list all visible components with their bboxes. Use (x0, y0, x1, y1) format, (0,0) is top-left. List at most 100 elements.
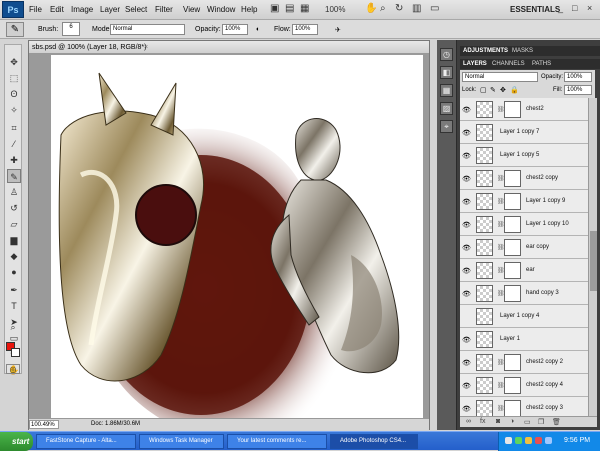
tab-channels[interactable]: CHANNELS (492, 61, 525, 67)
layer-thumbnail[interactable] (476, 193, 493, 210)
visibility-eye-icon[interactable]: 👁 (462, 175, 471, 183)
tray-volume-icon[interactable] (525, 437, 532, 444)
layer-thumbnail[interactable] (476, 331, 493, 348)
layer-row[interactable]: 👁 ⛓ chest2 copy (460, 167, 588, 190)
visibility-eye-icon[interactable]: 👁 (462, 336, 471, 344)
document-size-info[interactable]: Doc: 1.86M/30.6M (91, 421, 140, 427)
layer-row[interactable]: 👁 ⛓ chest2 copy 2 (460, 351, 588, 374)
menu-window[interactable]: Window (207, 5, 235, 14)
menu-filter[interactable]: Filter (155, 5, 173, 14)
maximize-button[interactable]: □ (572, 3, 577, 13)
layer-row[interactable]: 👁 ⛓ chest2 copy 3 (460, 397, 588, 416)
history-brush-icon[interactable]: ↺ (7, 201, 21, 215)
tab-paths[interactable]: PATHS (532, 61, 551, 67)
layer-thumbnail[interactable] (476, 101, 493, 118)
layer-row[interactable]: 👁 ⛓ hand copy 3 (460, 282, 588, 305)
menu-edit[interactable]: Edit (50, 5, 64, 14)
link-layers-icon[interactable]: ∞ (466, 418, 471, 425)
layer-row[interactable]: 👁 ⛓ chest2 copy 4 (460, 374, 588, 397)
tab-layers[interactable]: LAYERS (463, 61, 487, 67)
clone-stamp-icon[interactable]: ♙ (7, 185, 21, 199)
visibility-eye-icon[interactable]: 👁 (462, 359, 471, 367)
brush-size-picker[interactable]: 6 (62, 22, 80, 36)
task-faststone[interactable]: FastStone Capture - Alta... (36, 434, 136, 449)
view-extras-icon[interactable]: ▦ (300, 3, 309, 14)
layer-thumbnail[interactable] (476, 354, 493, 371)
pen-tool-icon[interactable]: ✒ (7, 283, 21, 297)
arrange-documents-icon[interactable]: ▥ (412, 3, 421, 14)
lasso-tool-icon[interactable]: ʘ (7, 87, 21, 101)
blend-mode-select[interactable]: Normal (462, 72, 538, 82)
layer-mask-thumbnail[interactable] (504, 262, 521, 279)
layer-thumbnail[interactable] (476, 377, 493, 394)
document-close-icon[interactable]: × (144, 44, 148, 51)
background-color-swatch[interactable] (11, 348, 20, 357)
task-photoshop[interactable]: Adobe Photoshop CS4... (330, 434, 418, 449)
layer-mask-thumbnail[interactable] (504, 354, 521, 371)
tray-network-icon[interactable] (505, 437, 512, 444)
layer-mask-thumbnail[interactable] (504, 400, 521, 416)
quick-mask-icon[interactable]: ◎ (6, 364, 20, 374)
close-button[interactable]: × (587, 3, 592, 13)
menu-view[interactable]: View (183, 5, 200, 14)
layer-thumbnail[interactable] (476, 285, 493, 302)
gradient-tool-icon[interactable]: ▆ (7, 233, 21, 247)
layer-mask-thumbnail[interactable] (504, 216, 521, 233)
menu-file[interactable]: File (29, 5, 42, 14)
layer-row[interactable]: 👁 ⛓ ear copy (460, 236, 588, 259)
workspace-switcher[interactable]: ESSENTIALS (510, 5, 560, 14)
layer-row[interactable]: 👁 Layer 1 (460, 328, 588, 351)
layer-opacity-field[interactable]: 100% (564, 72, 592, 82)
visibility-eye-icon[interactable]: 👁 (462, 405, 471, 413)
layer-row[interactable]: 👁 ⛓ Layer 1 copy 10 (460, 213, 588, 236)
opacity-field[interactable]: 100% (222, 24, 248, 35)
layer-mask-thumbnail[interactable] (504, 101, 521, 118)
layer-thumbnail[interactable] (476, 216, 493, 233)
visibility-eye-icon[interactable]: 👁 (462, 221, 471, 229)
menu-select[interactable]: Select (125, 5, 147, 14)
visibility-eye-icon[interactable]: 👁 (462, 198, 471, 206)
brush-tool-preset-icon[interactable]: ✎ (6, 22, 24, 37)
lock-all-icon[interactable]: 🔒 (510, 86, 519, 94)
layer-mask-thumbnail[interactable] (504, 170, 521, 187)
layer-mask-icon[interactable]: ◙ (496, 418, 500, 425)
layer-mask-thumbnail[interactable] (504, 239, 521, 256)
eyedropper-tool-icon[interactable]: ⁄ (7, 137, 21, 151)
zoom-tool-icon[interactable]: ⌕ (380, 3, 386, 14)
layer-row[interactable]: Layer 1 copy 4 (460, 305, 588, 328)
visibility-eye-icon[interactable]: 👁 (462, 290, 471, 298)
visibility-eye-icon[interactable]: 👁 (462, 152, 471, 160)
hand-tool-icon[interactable]: ✋ (365, 3, 377, 14)
layer-row[interactable]: 👁 Layer 1 copy 5 (460, 144, 588, 167)
tab-adjustments[interactable]: ADJUSTMENTS (463, 48, 508, 54)
navigator-panel-icon[interactable]: ⌖ (440, 120, 453, 133)
new-layer-icon[interactable]: ❐ (538, 418, 544, 426)
fill-field[interactable]: 100% (564, 85, 592, 95)
visibility-eye-icon[interactable]: 👁 (462, 244, 471, 252)
screen-mode-icon[interactable]: ▭ (430, 3, 439, 14)
tray-capture-icon[interactable] (535, 437, 542, 444)
layer-thumbnail[interactable] (476, 170, 493, 187)
layer-style-icon[interactable]: fx (480, 418, 485, 425)
blur-tool-icon[interactable]: ◆ (7, 249, 21, 263)
lock-pixels-icon[interactable]: ✎ (490, 86, 496, 94)
crop-tool-icon[interactable]: ⌗ (7, 121, 21, 135)
artwork-canvas[interactable] (51, 55, 423, 419)
history-panel-icon[interactable]: ◷ (440, 48, 453, 61)
eraser-tool-icon[interactable]: ▱ (7, 217, 21, 231)
move-tool-icon[interactable]: ✥ (7, 55, 21, 69)
task-task-manager[interactable]: Windows Task Manager (139, 434, 224, 449)
layer-thumbnail[interactable] (476, 262, 493, 279)
tablet-opacity-icon[interactable]: ◐ (256, 26, 260, 33)
minibridge-icon[interactable]: ▤ (285, 3, 294, 14)
zoom-level[interactable]: 100% (325, 5, 345, 14)
document-tab[interactable]: sbs.psd @ 100% (Layer 18, RGB/8*) × (29, 41, 429, 54)
bridge-icon[interactable]: ▣ (270, 3, 279, 14)
mode-select[interactable]: Normal (110, 24, 185, 35)
swatches-panel-icon[interactable]: ▦ (440, 84, 453, 97)
color-panel-icon[interactable]: ◧ (440, 66, 453, 79)
layer-thumbnail[interactable] (476, 239, 493, 256)
menu-help[interactable]: Help (241, 5, 257, 14)
layer-row[interactable]: 👁 ⛓ chest2 (460, 98, 588, 121)
layers-scrollbar[interactable] (588, 98, 597, 416)
